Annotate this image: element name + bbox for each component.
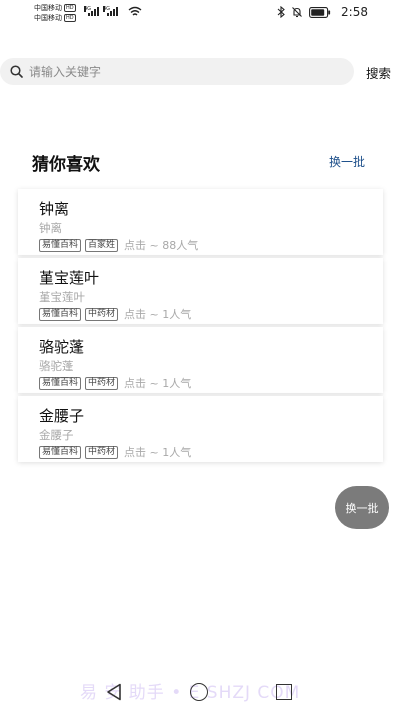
carrier-name: 中国移动 [34,14,62,22]
category-tag: 中药材 [85,376,119,390]
search-icon [10,65,23,78]
recent-apps-icon[interactable] [276,684,292,700]
clock: 2:58 [341,5,368,19]
back-icon[interactable] [106,683,122,701]
mute-bell-icon [292,7,302,18]
bluetooth-icon [277,6,285,18]
category-tag: 易懂百科 [39,445,82,459]
item-title: 堇宝莲叶 [39,269,100,287]
item-subtitle: 堇宝莲叶 [39,290,85,304]
search-input[interactable]: 请输入关键字 [0,58,354,85]
category-tag: 易懂百科 [39,238,82,252]
search-button[interactable]: 搜索 [366,63,391,82]
category-tag: 易懂百科 [39,307,82,321]
refresh-batch-link[interactable]: 换一批 [329,153,365,170]
signal-indicators: 4G 4G [84,6,118,16]
popularity-count: 点击 ~ 1人气 [124,446,192,459]
item-title: 金腰子 [39,407,85,425]
category-tag: 百家姓 [85,238,119,252]
section-title: 猜你喜欢 [32,155,100,175]
list-item[interactable]: 堇宝莲叶 堇宝莲叶 易懂百科 中药材 点击 ~ 1人气 [18,258,383,324]
signal-strength-icon: 4G [103,6,118,16]
list-item[interactable]: 钟离 钟离 易懂百科 百家姓 点击 ~ 88人气 [18,189,383,255]
carrier-name: 中国移动 [34,4,62,12]
status-bar: 中国移动 HD 中国移动 HD 4G 4G 2:58 [0,0,400,26]
hd-badge: HD [64,14,76,22]
wifi-icon [128,6,142,16]
hd-badge: HD [64,4,76,12]
popularity-count: 点击 ~ 88人气 [124,239,199,252]
refresh-batch-fab[interactable]: 换一批 [335,486,389,529]
home-icon[interactable] [190,683,208,701]
category-tag: 易懂百科 [39,376,82,390]
item-title: 钟离 [39,200,70,218]
item-meta: 易懂百科 中药材 点击 ~ 1人气 [39,375,191,391]
item-subtitle: 骆驼蓬 [39,359,74,373]
popularity-count: 点击 ~ 1人气 [124,377,192,390]
category-tag: 中药材 [85,445,119,459]
list-item[interactable]: 骆驼蓬 骆驼蓬 易懂百科 中药材 点击 ~ 1人气 [18,327,383,393]
item-meta: 易懂百科 百家姓 点击 ~ 88人气 [39,237,198,253]
carrier-info: 中国移动 HD 中国移动 HD [34,3,76,23]
battery-icon [309,6,331,18]
item-subtitle: 钟离 [39,221,62,235]
item-meta: 易懂百科 中药材 点击 ~ 1人气 [39,306,191,322]
item-title: 骆驼蓬 [39,338,85,356]
search-placeholder: 请输入关键字 [29,65,102,79]
popularity-count: 点击 ~ 1人气 [124,308,192,321]
item-subtitle: 金腰子 [39,428,74,442]
category-tag: 中药材 [85,307,119,321]
item-meta: 易懂百科 中药材 点击 ~ 1人气 [39,444,191,460]
signal-strength-icon: 4G [84,6,99,16]
list-item[interactable]: 金腰子 金腰子 易懂百科 中药材 点击 ~ 1人气 [18,396,383,462]
